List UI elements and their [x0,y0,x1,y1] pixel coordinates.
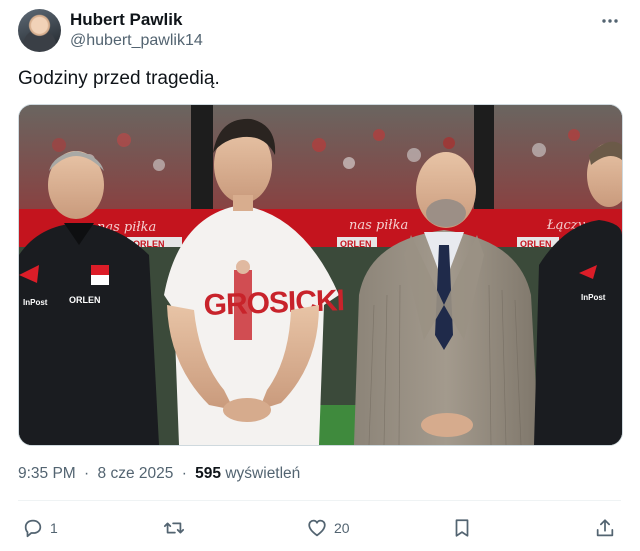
bookmark-button[interactable] [451,514,473,542]
views-count[interactable]: 595 [195,465,221,482]
action-bar: 1 20 [0,510,640,546]
jacket-brand-3: InPost [581,293,606,302]
tweet-time[interactable]: 9:35 PM [18,465,76,482]
reply-count: 1 [50,520,58,536]
reply-icon [24,519,42,538]
views-label: wyświetleń [225,465,301,482]
jacket-brand-2: InPost [23,298,48,307]
meta-separator-2: · [181,465,187,482]
share-button[interactable] [594,514,616,542]
author-name[interactable]: Hubert Pawlik [70,10,182,30]
retweet-button[interactable] [163,514,191,542]
like-count: 20 [334,520,350,536]
like-button[interactable]: 20 [306,514,350,542]
reply-button[interactable]: 1 [22,514,58,542]
divider [18,500,621,501]
meta-separator: · [84,465,90,482]
tweet-text: Godziny przed tragedią. [18,68,220,89]
more-icon[interactable] [599,10,621,32]
share-icon [596,519,614,537]
bookmark-icon [455,519,469,537]
retweet-icon [163,522,185,534]
tweet-meta: 9:35 PM · 8 cze 2025 · 595 wyświetleń [18,465,300,483]
heart-icon [308,519,326,537]
author-handle[interactable]: @hubert_pawlik14 [70,32,203,50]
tweet-card: Hubert Pawlik @hubert_pawlik14 Godziny p… [0,0,640,551]
shirt-print: GROSICKI [203,284,344,322]
avatar[interactable] [18,9,61,52]
tweet-photo[interactable]: nas piłka nas piłka Łączy ns ORLEN ORLEN… [18,104,623,446]
tweet-date[interactable]: 8 cze 2025 [98,465,174,482]
jacket-brand-1: ORLEN [69,295,101,305]
board-text-2: nas piłka [349,218,408,233]
